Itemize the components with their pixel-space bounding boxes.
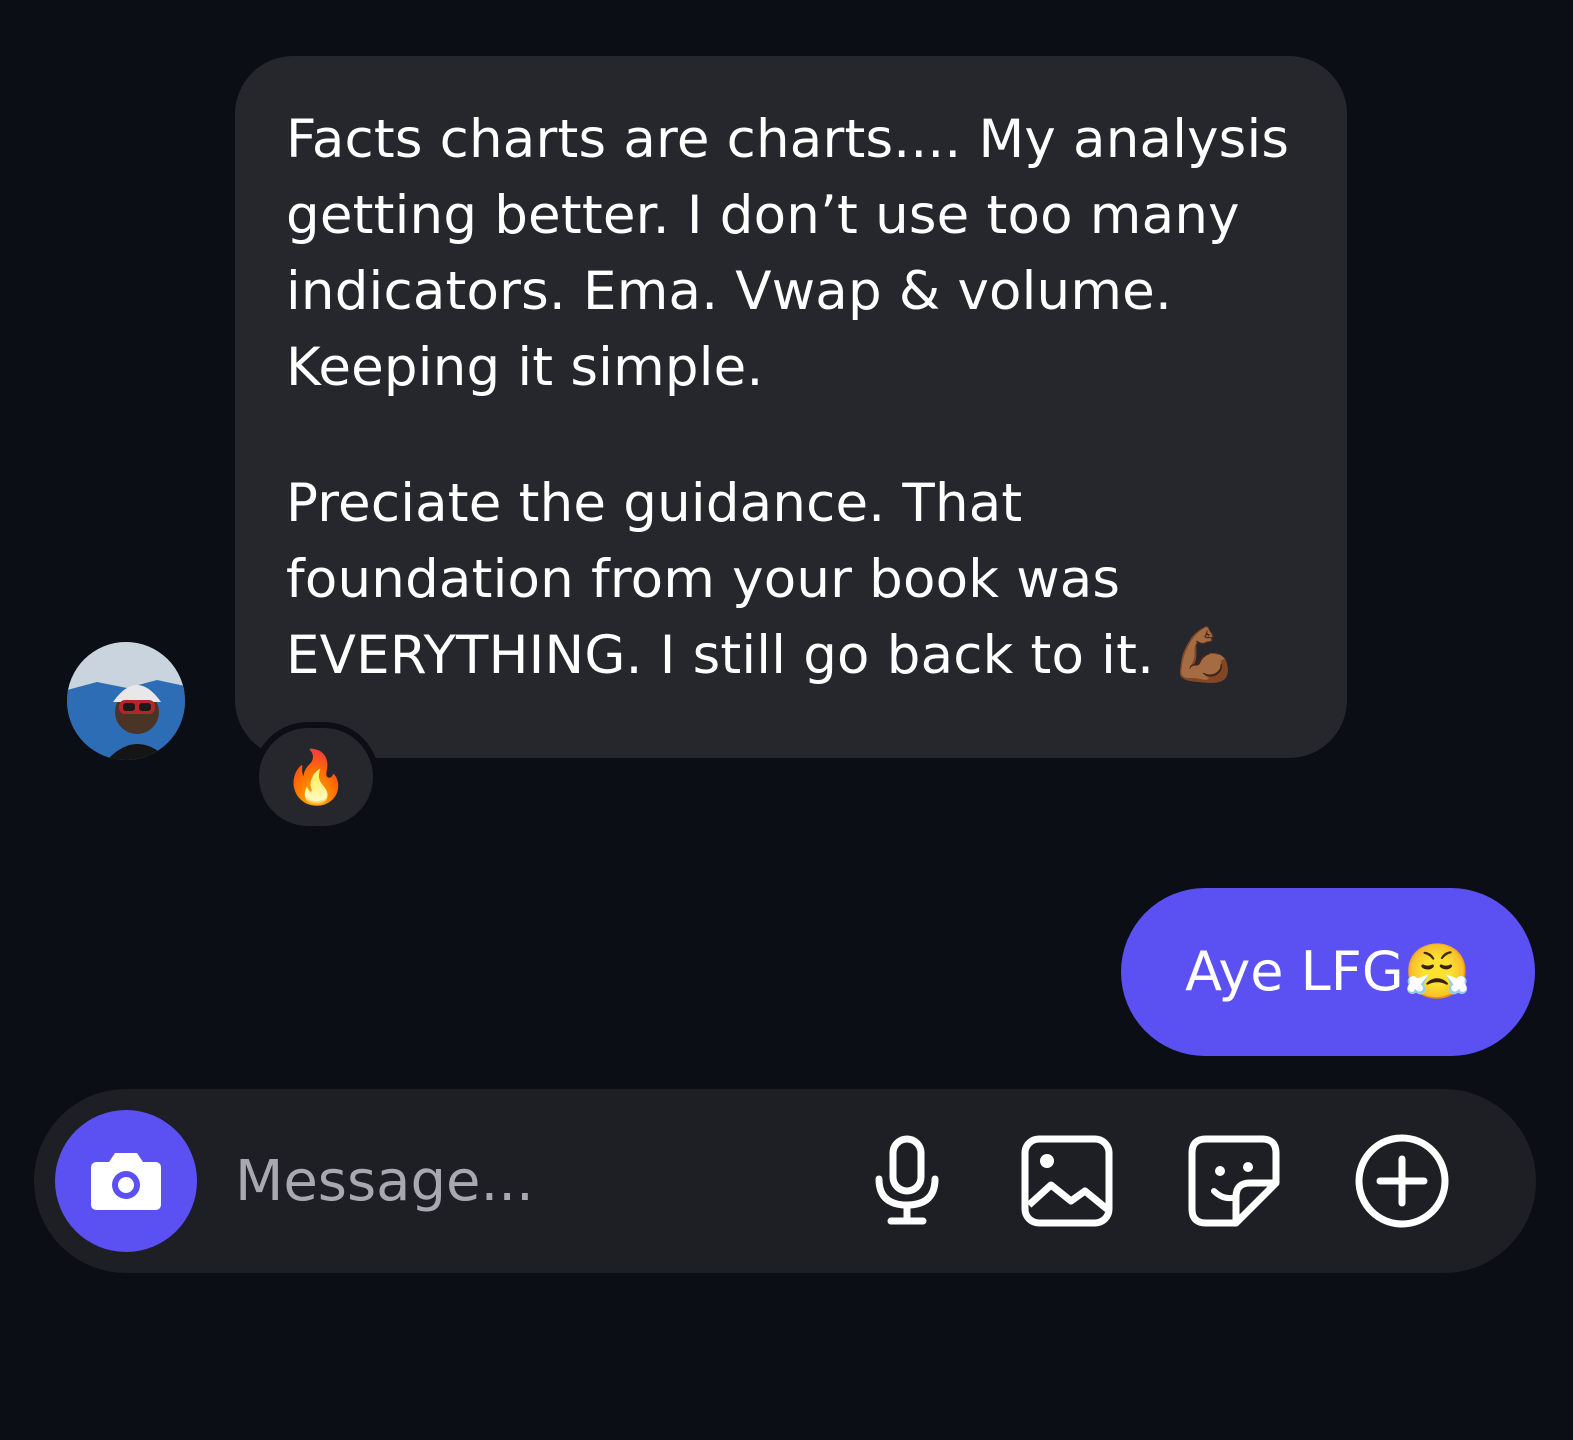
camera-button[interactable] (55, 1110, 197, 1252)
add-icon (1355, 1134, 1449, 1228)
incoming-message-paragraph: Preciate the guidance. That foundation f… (286, 473, 1238, 686)
avatar-image (67, 642, 185, 760)
message-reaction[interactable]: 🔥 (253, 722, 379, 832)
voice-message-button[interactable] (857, 1131, 957, 1231)
sticker-icon (1188, 1135, 1280, 1227)
incoming-message-paragraph: Facts charts are charts.... My analysis … (286, 109, 1307, 398)
image-icon (1021, 1135, 1113, 1227)
microphone-icon (875, 1135, 939, 1225)
chat-screen: Facts charts are charts.... My analysis … (0, 0, 1573, 1440)
message-composer (34, 1089, 1536, 1273)
outgoing-message-text: Aye LFG😤 (1185, 940, 1471, 1003)
fire-reaction-emoji: 🔥 (283, 747, 349, 808)
sticker-button[interactable] (1184, 1131, 1284, 1231)
gallery-button[interactable] (1017, 1131, 1117, 1231)
sender-avatar[interactable] (67, 642, 185, 760)
incoming-message-bubble[interactable]: Facts charts are charts.... My analysis … (235, 56, 1347, 758)
more-options-button[interactable] (1352, 1131, 1452, 1231)
camera-icon (91, 1153, 161, 1210)
message-input[interactable] (235, 1141, 835, 1221)
outgoing-message-bubble[interactable]: Aye LFG😤 (1121, 888, 1535, 1056)
